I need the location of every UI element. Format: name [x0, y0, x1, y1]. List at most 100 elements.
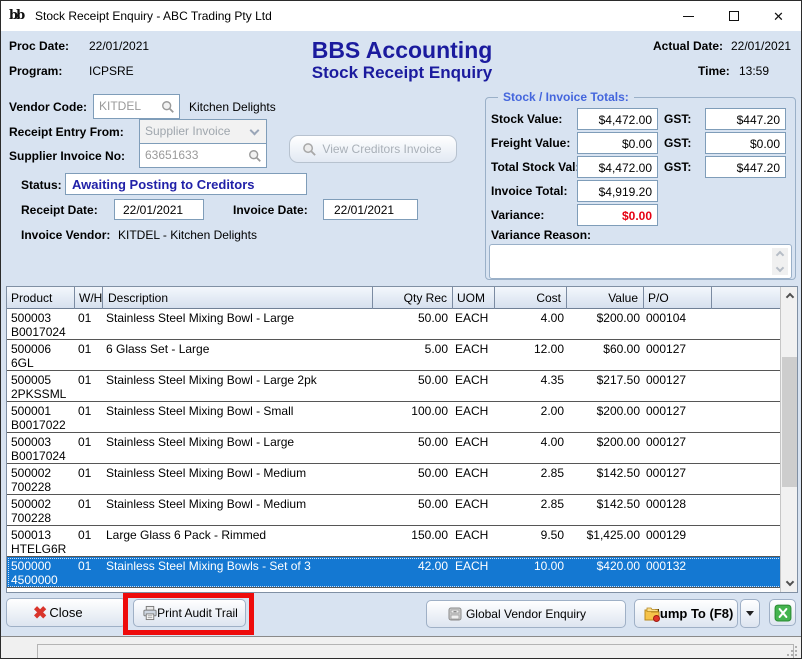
table-row[interactable]: 500002 700228 01 Stainless Steel Mixing … [7, 464, 782, 495]
cell-description: 6 Glass Set - Large [106, 342, 370, 356]
cell-po: 000133 [646, 590, 708, 592]
cell-description: Stainless Steel Mixing Bowl - Large [106, 311, 370, 325]
scroll-down-icon [785, 578, 793, 586]
col-header-cost[interactable]: Cost [494, 287, 566, 309]
cell-warehouse: 01 [78, 497, 104, 511]
receipt-date-label: Receipt Date: [21, 203, 98, 217]
cell-cost: 12.00 [496, 590, 564, 592]
status-value-box: Awaiting Posting to Creditors [65, 173, 307, 195]
jump-to-button[interactable]: Jump To (F8) [634, 599, 738, 628]
card-file-icon [447, 606, 463, 622]
app-logo-icon: bb [9, 7, 27, 25]
jump-to-dropdown-button[interactable] [740, 599, 760, 628]
close-window-button[interactable]: ✕ [756, 1, 801, 31]
scrollbar-thumb[interactable] [782, 357, 797, 487]
cell-warehouse: 01 [78, 435, 104, 449]
variance-reason-textarea[interactable] [489, 244, 792, 279]
cell-description: Stainless Steel Mixing Bowl - Large 2pk [106, 373, 370, 387]
minimize-button[interactable] [666, 1, 711, 31]
cell-qty-rec: 50.00 [370, 373, 448, 387]
scroll-up-button[interactable] [781, 287, 798, 304]
cell-cost: 9.50 [496, 528, 564, 542]
col-header-uom[interactable]: UOM [452, 287, 494, 309]
cell-po: 000129 [646, 528, 708, 542]
cell-po: 000104 [646, 311, 708, 325]
program-value: ICPSRE [89, 64, 134, 78]
cell-description: Stainless Steel Mixing Bowl - Medium [106, 466, 370, 480]
title-bar: bb Stock Receipt Enquiry - ABC Trading P… [1, 1, 801, 31]
cell-product: 500005 [11, 373, 73, 387]
receipt-date-input[interactable]: 22/01/2021 [114, 199, 204, 220]
table-row[interactable]: 500003 B0017024 01 Stainless Steel Mixin… [7, 309, 782, 340]
app-title: BBS Accounting [242, 37, 562, 64]
stock-invoice-totals-title: Stock / Invoice Totals: [498, 90, 634, 104]
scroll-up-icon [785, 293, 793, 301]
close-icon: ✕ [773, 10, 784, 23]
cell-uom: EACH [455, 559, 495, 573]
time-value: 13:59 [739, 64, 769, 78]
cell-cost: 4.00 [496, 311, 564, 325]
table-row[interactable]: 500002 700228 01 Stainless Steel Mixing … [7, 495, 782, 526]
variance-reason-spinner[interactable] [772, 248, 788, 275]
cell-warehouse: 01 [78, 466, 104, 480]
receipt-entry-from-select[interactable]: Supplier Invoice [139, 119, 267, 144]
table-body: 500003 B0017024 01 Stainless Steel Mixin… [7, 309, 782, 592]
actual-date-label: Actual Date: [653, 39, 723, 53]
scroll-down-button[interactable] [781, 575, 798, 592]
col-header-value[interactable]: Value [566, 287, 643, 309]
supplier-invoice-no-input[interactable]: 63651633 [139, 143, 267, 168]
table-row[interactable]: 500006 6GL 01 6 Glass Set - Large 5.00 E… [7, 340, 782, 371]
cell-product-code2: 700228 [11, 480, 73, 494]
table-row[interactable]: 500001 B0017022 01 Stainless Steel Mixin… [7, 402, 782, 433]
spinner-up-icon [776, 251, 784, 259]
cell-value: $240.00 [566, 590, 640, 592]
col-header-product[interactable]: Product [7, 287, 74, 309]
maximize-button[interactable] [711, 1, 756, 31]
global-vendor-enquiry-button[interactable]: Global Vendor Enquiry [426, 600, 626, 628]
search-icon[interactable] [248, 149, 262, 163]
vendor-code-input[interactable]: KITDEL [93, 94, 180, 119]
table-row[interactable]: 500013 HTELG6R 01 Large Glass 6 Pack - R… [7, 526, 782, 557]
table-row[interactable]: 500000 4500000 01 Stainless Steel Mixing… [7, 557, 782, 588]
cell-product: 500002 [11, 497, 73, 511]
col-header-description[interactable]: Description [102, 287, 372, 309]
search-icon[interactable] [161, 100, 175, 114]
invoice-date-input[interactable]: 22/01/2021 [323, 199, 418, 220]
total-gst-label: GST: [664, 160, 691, 174]
close-button[interactable]: ✖ Close [6, 598, 126, 627]
cell-uom: EACH [455, 373, 495, 387]
table-row[interactable]: 500003 B0017024 01 Stainless Steel Mixin… [7, 433, 782, 464]
export-excel-button[interactable] [769, 599, 796, 626]
col-header-po[interactable]: P/O [643, 287, 711, 309]
cell-value: $60.00 [566, 342, 640, 356]
resize-grip[interactable] [787, 646, 798, 657]
status-bar [1, 636, 801, 659]
cell-uom: EACH [455, 311, 495, 325]
table-row[interactable]: 500006 6GL 01 6 Glass Set - Large 20.00 … [7, 588, 782, 592]
cell-value: $1,425.00 [566, 528, 640, 542]
cell-value: $420.00 [566, 559, 640, 573]
supplier-invoice-no-label: Supplier Invoice No: [9, 149, 125, 163]
cell-warehouse: 01 [78, 404, 104, 418]
cell-value: $217.50 [566, 373, 640, 387]
cell-po: 000127 [646, 373, 708, 387]
table-row[interactable]: 500005 2PKSSML 01 Stainless Steel Mixing… [7, 371, 782, 402]
receipt-entry-from-label: Receipt Entry From: [9, 125, 124, 139]
cell-product: 500006 [11, 342, 73, 356]
cell-value: $142.50 [566, 466, 640, 480]
receipt-lines-table: Product W/H Description Qty Rec UOM Cost… [6, 286, 798, 593]
receipt-date-value: 22/01/2021 [123, 203, 183, 217]
close-x-icon: ✖ [33, 604, 47, 621]
invoice-vendor-value: KITDEL - Kitchen Delights [118, 228, 257, 242]
vertical-scrollbar[interactable] [780, 287, 797, 592]
cell-qty-rec: 50.00 [370, 497, 448, 511]
close-button-label: Close [49, 605, 82, 620]
printer-icon [142, 606, 158, 621]
print-audit-trail-button[interactable]: Print Audit Trail [133, 599, 246, 627]
view-creditors-invoice-button[interactable]: View Creditors Invoice [289, 135, 457, 163]
receipt-entry-from-value: Supplier Invoice [140, 120, 266, 138]
col-header-wh[interactable]: W/H [74, 287, 102, 309]
cell-product-code2: 700228 [11, 511, 73, 525]
col-header-qty-rec[interactable]: Qty Rec [372, 287, 452, 309]
proc-date-label: Proc Date: [9, 39, 69, 53]
